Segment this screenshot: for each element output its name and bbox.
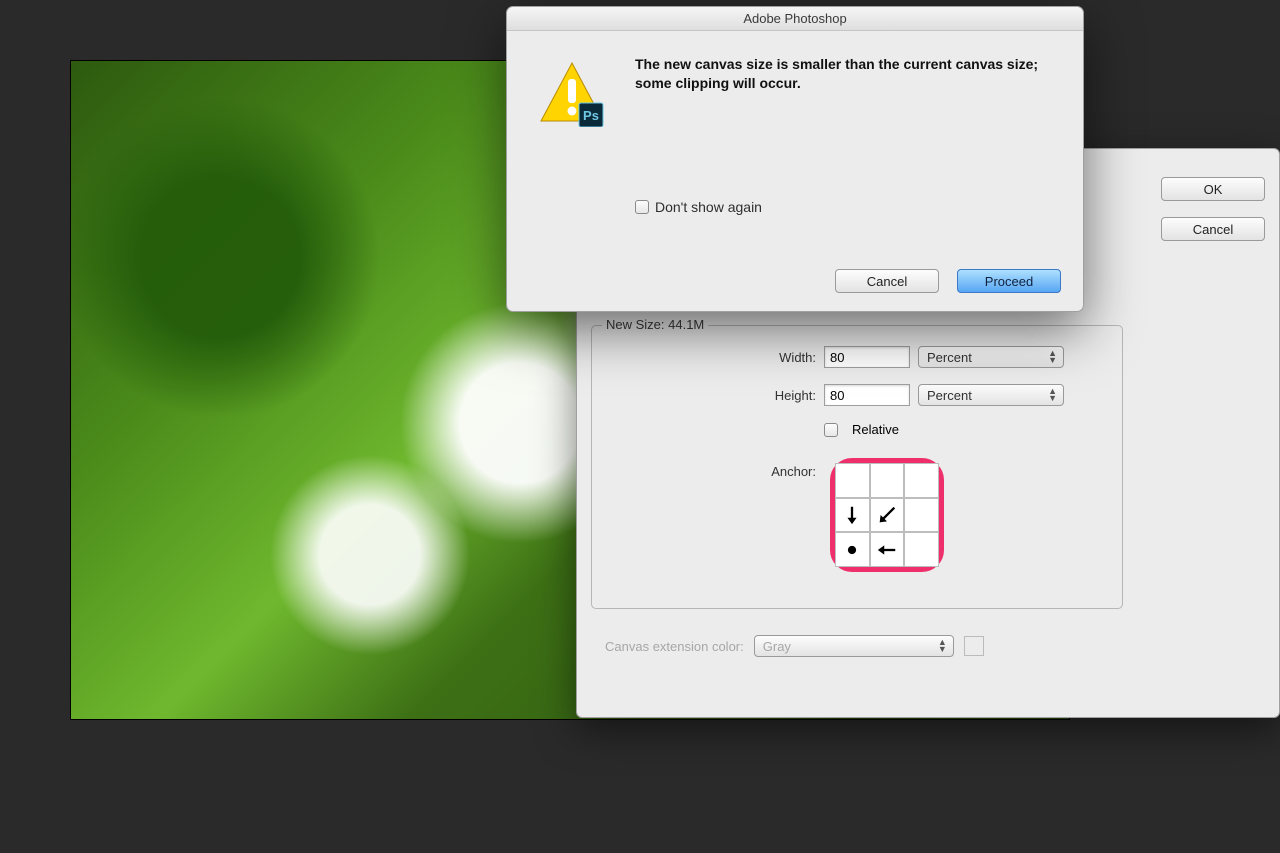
chevron-updown-icon: ▲▼ bbox=[1048, 388, 1057, 402]
warning-dialog: Adobe Photoshop Ps The new canvas size i… bbox=[506, 6, 1084, 312]
width-unit-select[interactable]: Percent ▲▼ bbox=[918, 346, 1064, 368]
warning-cancel-button[interactable]: Cancel bbox=[835, 269, 939, 293]
dont-show-again-checkbox[interactable] bbox=[635, 200, 649, 214]
anchor-cell-ml[interactable] bbox=[835, 498, 870, 533]
warning-icon: Ps bbox=[539, 61, 605, 127]
anchor-cell-br[interactable] bbox=[904, 532, 939, 567]
width-input[interactable] bbox=[824, 346, 910, 368]
relative-checkbox[interactable] bbox=[824, 423, 838, 437]
anchor-grid[interactable] bbox=[835, 463, 939, 567]
width-unit-value: Percent bbox=[927, 350, 972, 365]
warning-cancel-label: Cancel bbox=[867, 274, 907, 289]
anchor-cell-mc[interactable] bbox=[870, 498, 905, 533]
anchor-cell-bl[interactable] bbox=[835, 532, 870, 567]
anchor-origin-icon bbox=[841, 539, 863, 561]
warning-proceed-button[interactable]: Proceed bbox=[957, 269, 1061, 293]
height-input[interactable] bbox=[824, 384, 910, 406]
extension-color-swatch[interactable] bbox=[964, 636, 984, 656]
width-label: Width: bbox=[592, 350, 816, 365]
arrow-left-icon bbox=[876, 539, 898, 561]
anchor-cell-tr[interactable] bbox=[904, 463, 939, 498]
svg-text:Ps: Ps bbox=[583, 108, 599, 123]
chevron-updown-icon: ▲▼ bbox=[938, 639, 947, 653]
anchor-label: Anchor: bbox=[592, 464, 816, 479]
anchor-highlight bbox=[830, 458, 944, 572]
extension-color-value: Gray bbox=[763, 639, 791, 654]
warning-proceed-label: Proceed bbox=[985, 274, 1033, 289]
warning-message: The new canvas size is smaller than the … bbox=[635, 55, 1045, 93]
warning-dialog-title: Adobe Photoshop bbox=[507, 7, 1083, 31]
anchor-cell-bc[interactable] bbox=[870, 532, 905, 567]
extension-color-select[interactable]: Gray ▲▼ bbox=[754, 635, 954, 657]
arrow-down-icon bbox=[841, 504, 863, 526]
extension-color-label: Canvas extension color: bbox=[605, 639, 744, 654]
height-unit-select[interactable]: Percent ▲▼ bbox=[918, 384, 1064, 406]
height-unit-value: Percent bbox=[927, 388, 972, 403]
anchor-cell-tl[interactable] bbox=[835, 463, 870, 498]
chevron-updown-icon: ▲▼ bbox=[1048, 350, 1057, 364]
dont-show-again-label: Don't show again bbox=[655, 199, 762, 215]
height-label: Height: bbox=[592, 388, 816, 403]
relative-label: Relative bbox=[852, 422, 899, 437]
anchor-cell-mr[interactable] bbox=[904, 498, 939, 533]
arrow-down-left-icon bbox=[876, 504, 898, 526]
new-size-legend: New Size: 44.1M bbox=[602, 317, 708, 332]
anchor-cell-tc[interactable] bbox=[870, 463, 905, 498]
new-size-fieldset: New Size: 44.1M Width: Percent ▲▼ Height… bbox=[591, 325, 1123, 609]
